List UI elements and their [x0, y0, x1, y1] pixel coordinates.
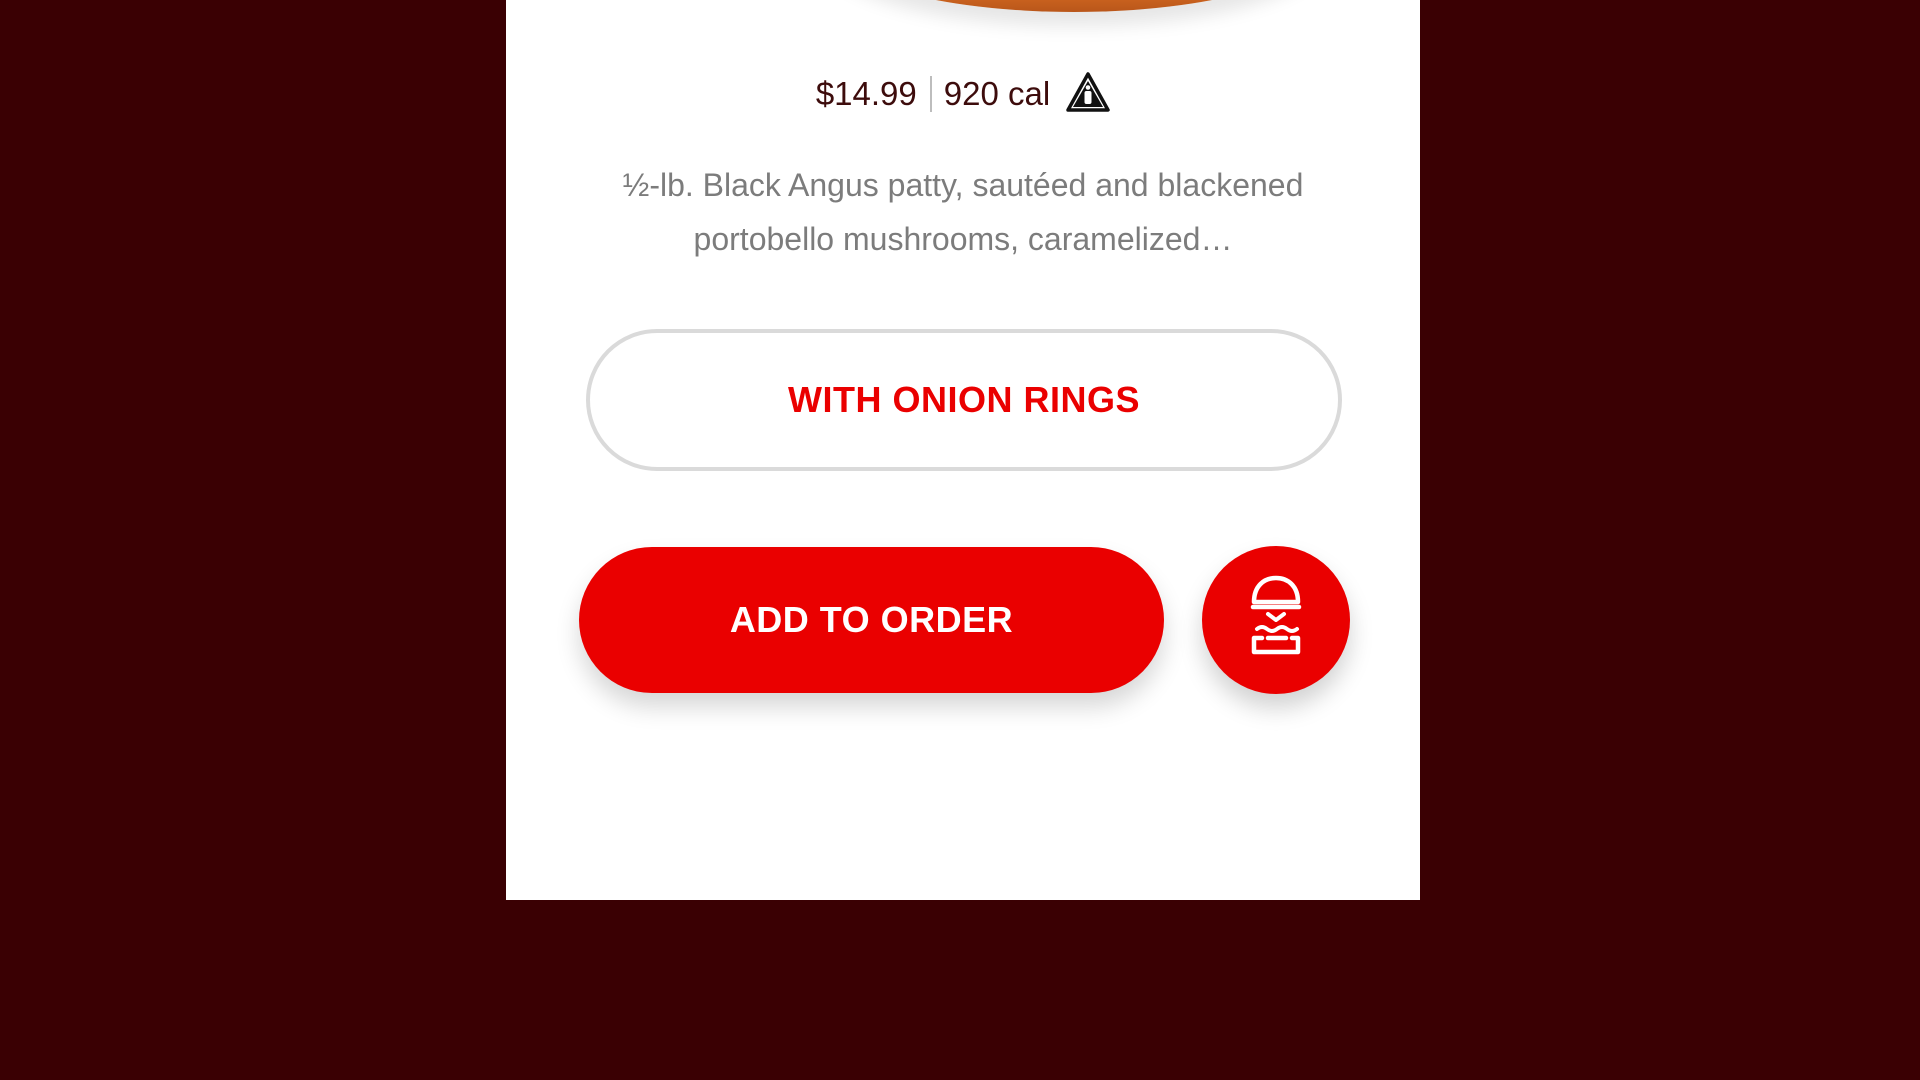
burger-image	[824, 0, 1324, 12]
product-card: $14.99 920 cal ½-lb. Black Angus patty, …	[506, 0, 1420, 900]
with-onion-rings-option[interactable]: WITH ONION RINGS	[586, 329, 1342, 471]
add-to-order-button[interactable]: ADD TO ORDER	[579, 547, 1164, 693]
price-divider	[929, 76, 932, 112]
page-background: $14.99 920 cal ½-lb. Black Angus patty, …	[0, 0, 1920, 1080]
add-to-order-label: ADD TO ORDER	[729, 599, 1014, 640]
description-line-1: ½-lb. Black Angus patty, sautéed and bla…	[622, 167, 1304, 203]
burger-icon	[1250, 575, 1302, 655]
price: $14.99	[815, 75, 917, 112]
description-line-2: portobello mushrooms, caramelized…	[693, 221, 1233, 257]
price-calorie-row: $14.99 920 cal	[506, 72, 1420, 116]
product-description: ½-lb. Black Angus patty, sautéed and bla…	[546, 158, 1380, 266]
calories: 920 cal	[943, 75, 1051, 112]
burger-button[interactable]	[1202, 546, 1350, 694]
option-label: WITH ONION RINGS	[788, 379, 1140, 420]
allergen-warning-icon[interactable]	[1066, 72, 1110, 112]
